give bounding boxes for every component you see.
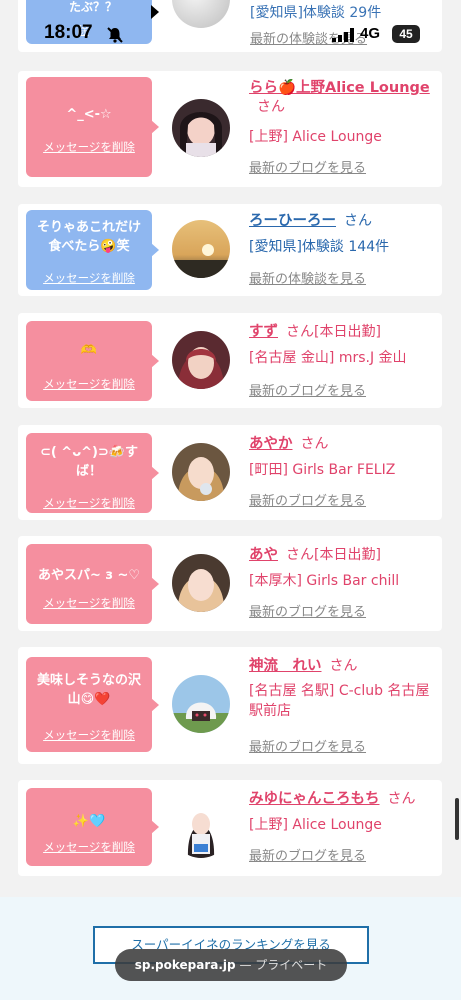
delete-message-link[interactable]: メッセージを削除	[26, 495, 152, 511]
honorific: さん	[387, 791, 416, 807]
scrollbar[interactable]	[455, 798, 459, 840]
delete-message-link[interactable]: メッセージを削除	[26, 595, 152, 611]
message-text: ⊂( ^ᴗ^)⊃🍻すば！	[39, 445, 139, 479]
shop-label: [本厚木] Girls Bar chill	[249, 573, 400, 589]
message-bubble: 美味しそうなの沢山😋❤️ メッセージを削除	[26, 657, 159, 752]
name-line: あやか さん	[249, 435, 435, 454]
name-line: ろーひーろー さん	[249, 212, 435, 231]
avatar[interactable]	[172, 554, 230, 612]
shop-label: [愛知県]体験談 144件	[249, 239, 390, 255]
name-line: みゆにゃんころもち さん	[249, 790, 435, 809]
honorific: さん	[300, 436, 329, 452]
cast-name-link[interactable]: あやか	[249, 436, 293, 452]
name-line: あや さん[本日出勤]	[249, 546, 435, 565]
shop-label: [上野] Alice Lounge	[249, 817, 382, 833]
avatar[interactable]	[172, 443, 230, 501]
cast-name-link[interactable]: ろーひーろー	[249, 213, 336, 229]
list-item: 美味しそうなの沢山😋❤️ メッセージを削除 神流 れい さん [名古屋 名駅] C…	[18, 647, 442, 764]
name-line: 神流 れい さん	[249, 657, 435, 676]
message-text: ^_<-☆	[66, 107, 112, 122]
message-bubble: ⊂( ^ᴗ^)⊃🍻すば！ メッセージを削除	[26, 433, 159, 513]
list-item: そりゃあこれだけ食べたら🤪笑 メッセージを削除 ろーひーろー さん [愛知県]体験…	[18, 204, 442, 296]
name-line: すず さん[本日出勤]	[249, 323, 435, 342]
honorific: さん	[286, 547, 314, 563]
honorific: さん	[257, 99, 285, 115]
message-text: たぶ？？	[68, 0, 117, 14]
list-item: 🫶 メッセージを削除 すず さん[本日出勤] [名古屋 金山] mrs.J 金山 …	[18, 313, 442, 408]
list-item: あやスパ~ з ~♡ メッセージを削除 あや さん[本日出勤] [本厚木] Gir…	[18, 536, 442, 631]
blog-link[interactable]: 最新のブログを見る	[249, 845, 366, 864]
honorific: さん	[344, 213, 372, 229]
message-text: ✨🩵	[72, 814, 106, 829]
message-bubble: あやスパ~ з ~♡ メッセージを削除	[26, 544, 159, 624]
honorific: さん	[286, 324, 314, 340]
message-bubble: ^_<-☆ メッセージを削除	[26, 77, 159, 177]
blog-link[interactable]: 最新のブログを見る	[249, 736, 366, 755]
on-duty-badge: [本日出勤]	[314, 324, 381, 340]
blog-link[interactable]: 最新のブログを見る	[249, 490, 366, 509]
message-bubble: 🫶 メッセージを削除	[26, 321, 159, 401]
bell-slash-icon	[107, 27, 123, 43]
shop-label: [名古屋 名駅] C-club 名古屋駅前店	[249, 683, 430, 719]
shop-label: [上野] Alice Lounge	[249, 129, 382, 145]
delete-message-link[interactable]: メッセージを削除	[26, 839, 152, 855]
honorific: さん	[329, 658, 358, 674]
shop-label: [名古屋 金山] mrs.J 金山	[249, 350, 407, 366]
message-text: 美味しそうなの沢山😋❤️	[36, 673, 141, 707]
blog-link[interactable]: 最新のブログを見る	[249, 380, 366, 399]
blog-link[interactable]: 最新のブログを見る	[249, 157, 366, 176]
status-time: 18:07	[44, 22, 93, 43]
avatar[interactable]	[172, 220, 230, 278]
avatar[interactable]	[172, 800, 230, 858]
status-bar: 18:07 4G 45	[0, 18, 461, 50]
list-item: ⊂( ^ᴗ^)⊃🍻すば！ メッセージを削除 あやか さん [町田] Girls B…	[18, 425, 442, 520]
url-host: sp.pokepara.jp	[134, 958, 236, 972]
message-text: あやスパ~ з ~♡	[37, 568, 141, 583]
private-mode-label: — プライベート	[239, 958, 328, 972]
name-line: らら🍎上野Alice Lounge さん	[249, 79, 435, 117]
cast-name-link[interactable]: みゆにゃんころもち	[249, 791, 380, 807]
cast-name-link[interactable]: すず	[249, 324, 278, 340]
battery-icon: 45	[392, 25, 420, 43]
delete-message-link[interactable]: メッセージを削除	[26, 376, 152, 392]
on-duty-badge: [本日出勤]	[314, 547, 381, 563]
cast-name-link[interactable]: あや	[249, 547, 278, 563]
delete-message-link[interactable]: メッセージを削除	[26, 727, 152, 743]
avatar[interactable]	[172, 99, 230, 157]
message-bubble: ✨🩵 メッセージを削除	[26, 788, 159, 866]
list-item: ^_<-☆ メッセージを削除 らら🍎上野Alice Lounge さん [上野] …	[18, 71, 442, 187]
avatar[interactable]	[172, 675, 230, 733]
message-text: 🫶	[80, 343, 98, 358]
cast-name-link[interactable]: らら🍎上野Alice Lounge	[249, 80, 430, 96]
message-text: そりゃあこれだけ食べたら🤪笑	[36, 220, 141, 254]
shop-label: [町田] Girls Bar FELIZ	[249, 462, 396, 478]
network-label: 4G	[360, 25, 381, 42]
delete-message-link[interactable]: メッセージを削除	[26, 139, 152, 155]
avatar[interactable]	[172, 331, 230, 389]
signal-bars-icon	[332, 28, 354, 42]
list-item: ✨🩵 メッセージを削除 みゆにゃんころもち さん [上野] Alice Loung…	[18, 780, 442, 876]
cast-name-link[interactable]: 神流 れい	[249, 658, 322, 674]
browser-url-bar[interactable]: sp.pokepara.jp — プライベート	[115, 949, 347, 981]
review-link[interactable]: 最新の体験談を見る	[249, 268, 366, 287]
message-bubble: そりゃあこれだけ食べたら🤪笑 メッセージを削除	[26, 210, 159, 290]
blog-link[interactable]: 最新のブログを見る	[249, 601, 366, 620]
delete-message-link[interactable]: メッセージを削除	[26, 270, 152, 286]
